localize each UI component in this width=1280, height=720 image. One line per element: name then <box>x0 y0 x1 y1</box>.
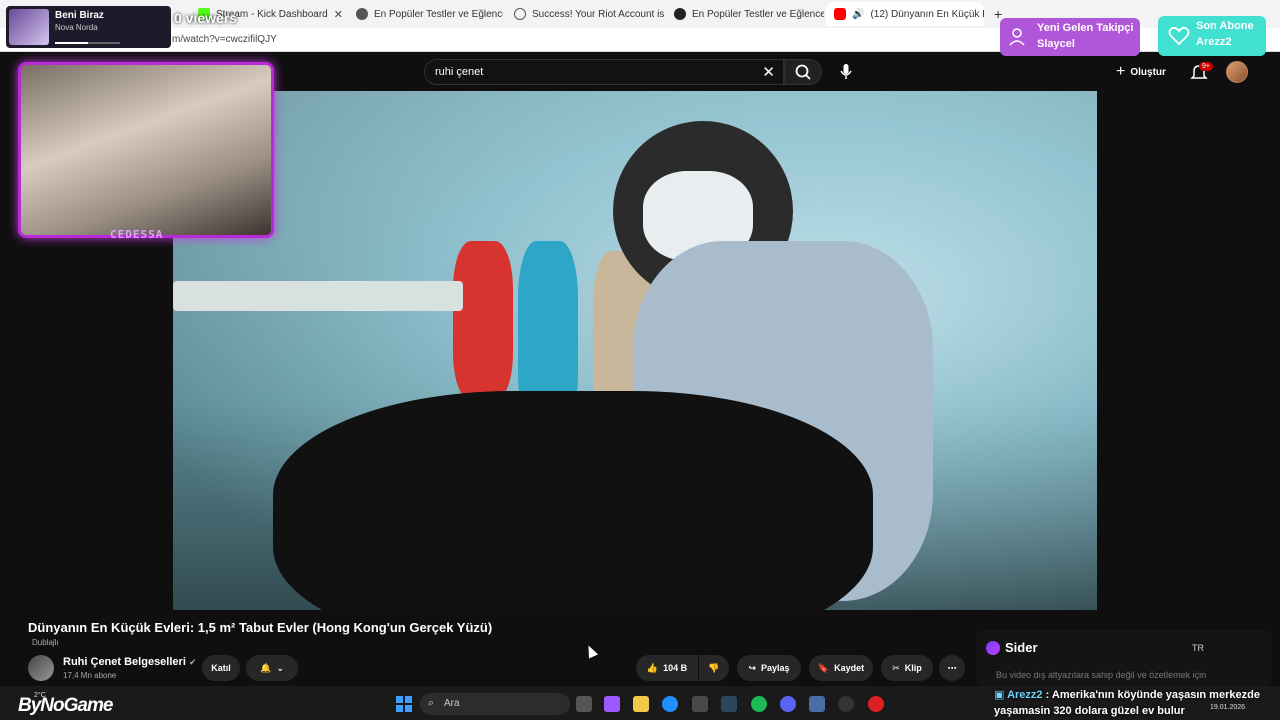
like-button[interactable]: 👍 104 B <box>636 655 698 681</box>
chat-icon <box>356 8 368 20</box>
clear-icon[interactable]: ✕ <box>762 63 775 81</box>
now-playing-progress-fill <box>55 42 88 44</box>
audio-icon[interactable]: 🔊 <box>852 9 864 20</box>
share-icon: ↪ <box>748 662 756 673</box>
search-input[interactable]: ruhi çenet ✕ <box>424 59 784 85</box>
last-subscriber-label: Son Abone <box>1196 20 1254 32</box>
sider-title: Sider <box>1005 640 1038 655</box>
video-frame-detail <box>453 241 513 401</box>
youtube-icon <box>834 8 846 20</box>
channel-avatar[interactable] <box>28 655 54 681</box>
now-playing-artist: Nova Norda <box>55 23 98 32</box>
tab-riot-account[interactable]: Success! Your Riot Account is now ✕ <box>506 2 664 26</box>
more-icon: ⋯ <box>947 662 957 673</box>
chevron-down-icon: ⌄ <box>276 662 284 673</box>
task-view-icon[interactable] <box>576 696 592 712</box>
thumbs-down-icon: 👎 <box>708 662 720 673</box>
bynogame-logo: ByNoGame <box>18 695 113 716</box>
channel-name[interactable]: Ruhi Çenet Belgeselleri ✔ <box>63 656 196 668</box>
sider-note: Bu video dış altyazılara sahip değil ve … <box>996 670 1207 680</box>
microphone-icon <box>840 64 852 79</box>
clip-button[interactable]: ✂ Klip <box>881 655 933 681</box>
dislike-button[interactable]: 👎 <box>699 655 729 681</box>
subscriber-count: 17,4 Mn abone <box>63 671 117 680</box>
share-button[interactable]: ↪ Paylaş <box>737 655 801 681</box>
video-player[interactable] <box>173 91 1097 610</box>
voice-search-button[interactable] <box>832 59 860 85</box>
app-icon[interactable] <box>809 696 825 712</box>
now-playing-title: Beni Biraz <box>55 10 104 21</box>
user-add-icon <box>1009 28 1025 46</box>
steam-icon[interactable] <box>721 696 737 712</box>
close-icon[interactable]: ✕ <box>334 8 343 21</box>
more-actions-button[interactable]: ⋯ <box>939 655 965 681</box>
webcam-overlay <box>18 62 274 238</box>
search-icon: ⌕ <box>428 697 435 709</box>
store-icon[interactable] <box>692 696 708 712</box>
video-frame-detail <box>173 281 463 311</box>
search-query[interactable]: ruhi çenet <box>435 66 483 78</box>
tab-quiz-1[interactable]: En Popüler Testler ve Eğlenceli Qu ✕ <box>348 2 503 26</box>
taskbar-search[interactable] <box>420 693 570 715</box>
windows-start-icon[interactable] <box>396 696 412 712</box>
verified-icon: ✔ <box>188 657 197 667</box>
plus-icon: + <box>1116 63 1126 80</box>
scissors-icon: ✂ <box>892 662 900 673</box>
taskbar-search-placeholder[interactable]: Ara <box>444 698 460 709</box>
now-playing-progress <box>55 42 120 44</box>
chat-username: Arezz2 <box>1007 689 1043 701</box>
sider-language[interactable]: TR <box>1192 643 1204 653</box>
chat-text-line2: yaşamasin 320 dolara güzel ev bulur <box>994 705 1185 717</box>
spotify-icon[interactable] <box>751 696 767 712</box>
account-avatar[interactable] <box>1226 61 1248 83</box>
chat-icon <box>674 8 686 20</box>
weather-text: 2°C <box>34 692 46 699</box>
tab-youtube-active[interactable]: 🔊 (12) Dünyanın En Küçük Evleri ✕ <box>826 2 984 26</box>
webcam-label: CEDESSA <box>110 228 164 241</box>
chat-text-line1: : Amerika'nın köyünde yaşasın merkezde <box>1042 689 1260 701</box>
thumbs-up-icon: 👍 <box>646 662 659 673</box>
join-button[interactable]: Katıl <box>202 655 240 681</box>
copilot-icon[interactable] <box>604 696 620 712</box>
viewer-count: 0 viewers <box>174 10 238 26</box>
save-button[interactable]: 🔖 Kaydet <box>809 655 873 681</box>
search-button[interactable] <box>784 59 822 85</box>
create-button[interactable]: + Oluştur <box>1116 62 1166 82</box>
new-follower-name: Slaycel <box>1037 38 1075 50</box>
album-art <box>9 9 49 45</box>
chrome-icon[interactable] <box>838 696 854 712</box>
last-subscriber-name: Arezz2 <box>1196 36 1232 48</box>
bookmark-icon: 🔖 <box>817 662 830 673</box>
new-follower-alert: Yeni Gelen Takipçi Slaycel <box>1000 18 1140 56</box>
heart-icon <box>1168 26 1190 46</box>
video-title: Dünyanın En Küçük Evleri: 1,5 m² Tabut E… <box>28 620 493 635</box>
video-frame-detail <box>273 391 873 610</box>
taskbar-date: 19.01.2026 <box>1210 704 1246 711</box>
recording-app-icon[interactable] <box>868 696 884 712</box>
url-text[interactable]: m/watch?v=cwczifilQJY <box>172 34 277 45</box>
new-follower-label: Yeni Gelen Takipçi <box>1037 22 1134 34</box>
last-subscriber-alert: Son Abone Arezz2 <box>1158 16 1266 56</box>
notification-badge: 9+ <box>1199 62 1213 71</box>
subscribe-notifications-button[interactable]: 🔔 ⌄ <box>246 655 298 681</box>
sider-logo-icon <box>986 641 1000 655</box>
bell-icon: 🔔 <box>260 662 272 673</box>
edge-icon[interactable] <box>662 696 678 712</box>
tab-quiz-2[interactable]: En Popüler Testler ve Eğlenceli Qu ✕ <box>666 2 824 26</box>
chat-badge-icon: ▣ <box>994 689 1005 701</box>
search-icon <box>795 64 811 80</box>
globe-icon <box>514 8 526 20</box>
discord-icon[interactable] <box>780 696 796 712</box>
mouse-cursor <box>583 643 599 659</box>
dubbed-label: Dublajlı <box>32 638 59 647</box>
file-explorer-icon[interactable] <box>633 696 649 712</box>
stream-chat-message: ▣ Arezz2 : Amerika'nın köyünde yaşasın m… <box>994 687 1260 719</box>
